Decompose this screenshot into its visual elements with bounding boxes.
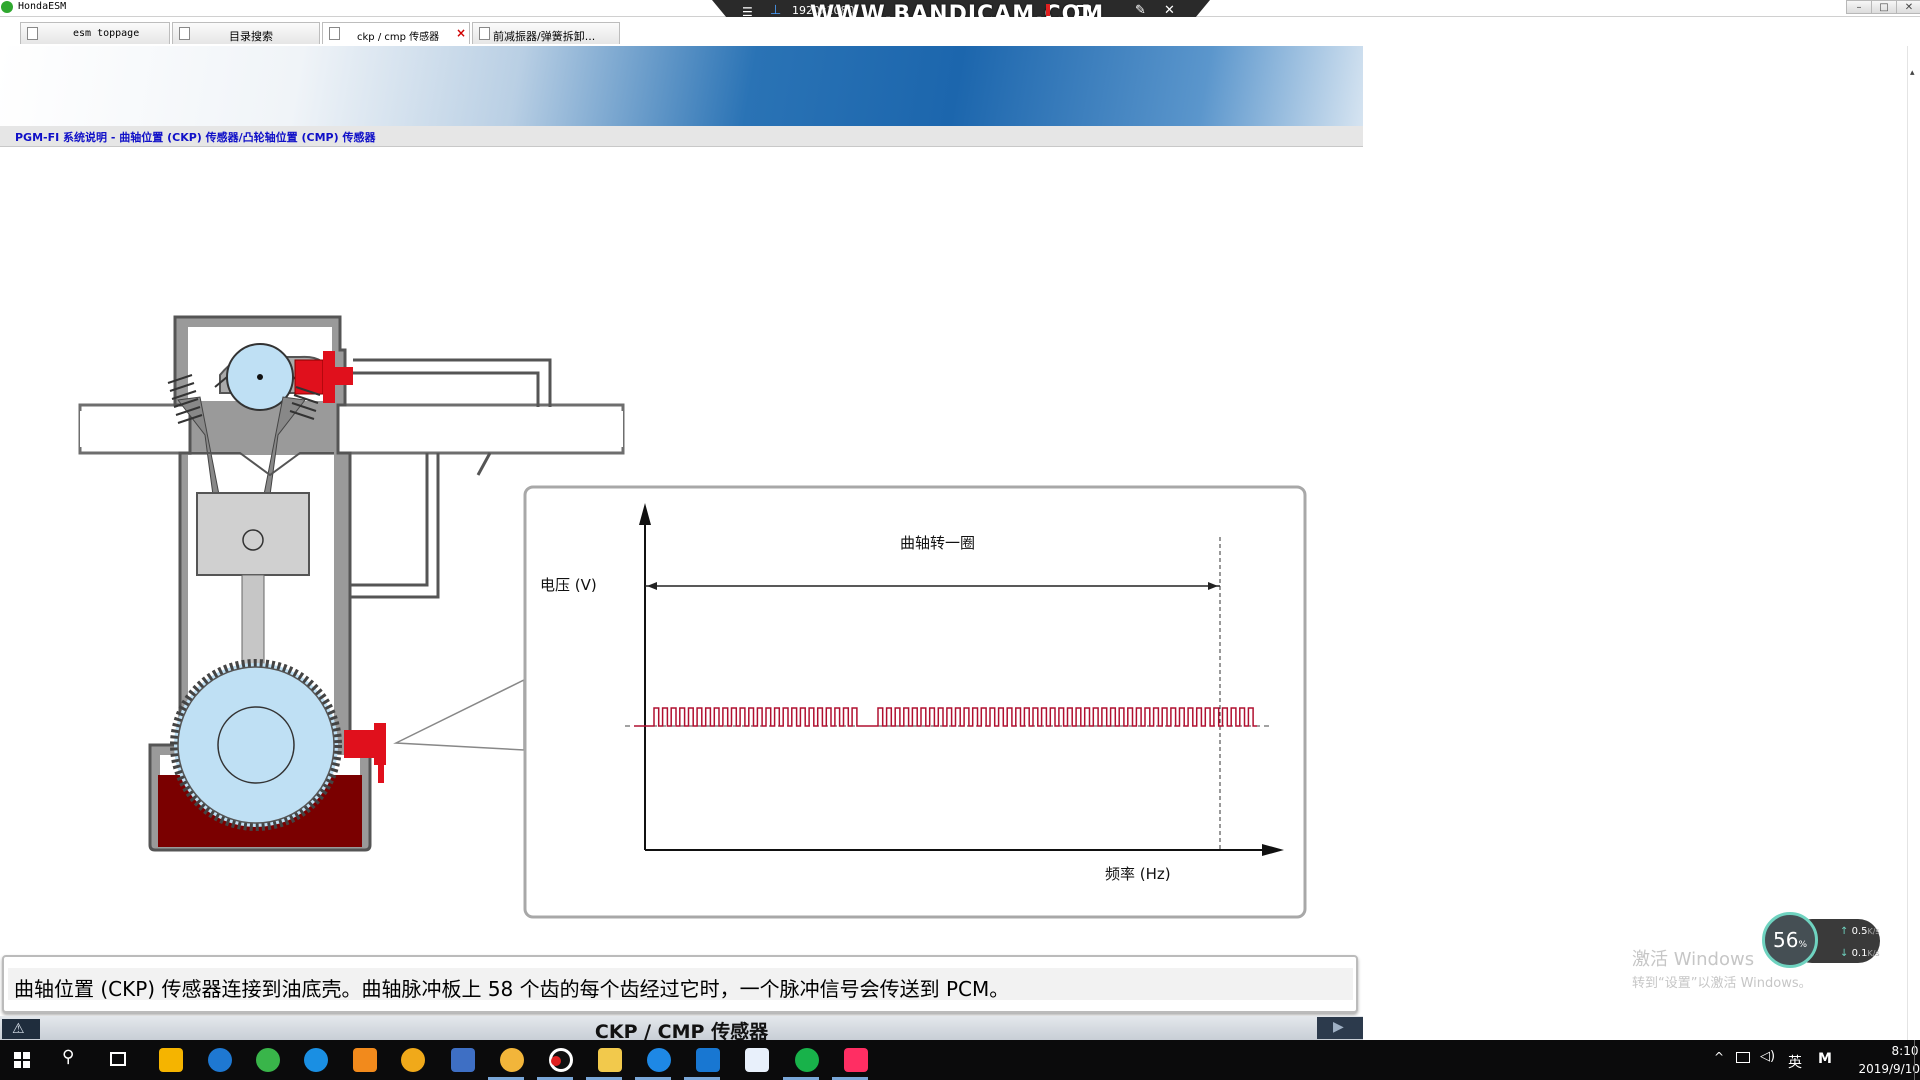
download-speed: ↓ 0.1K/s xyxy=(1840,948,1880,959)
warning-button[interactable]: ⚠ xyxy=(2,1019,40,1039)
photo-app-icon[interactable] xyxy=(353,1048,377,1072)
network-app-icon[interactable] xyxy=(745,1048,769,1072)
honda-esm-icon[interactable] xyxy=(795,1048,819,1072)
caption-text: 曲轴位置 (CKP) 传感器连接到油底壳。曲轴脉冲板上 58 个齿的每个齿经过它… xyxy=(14,977,1010,1001)
record-dot-icon xyxy=(551,1056,561,1066)
volume-icon[interactable]: ◁) xyxy=(1760,1049,1775,1064)
revolution-label: 曲轴转一圈 xyxy=(900,534,975,552)
internet-explorer-icon[interactable] xyxy=(647,1048,671,1072)
arrow-right-icon: ▶ xyxy=(1333,1019,1344,1035)
tab-directory-search[interactable]: 目录搜索 xyxy=(172,22,320,44)
u-app-icon[interactable] xyxy=(696,1048,720,1072)
tab-front-shock-absorber[interactable]: 前减振器/弹簧拆卸... xyxy=(472,22,620,44)
activation-watermark-title: 激活 Windows xyxy=(1632,949,1755,970)
clock-date[interactable]: 2019/9/10 xyxy=(1840,1062,1920,1076)
minimize-button[interactable]: – xyxy=(1846,0,1872,14)
waveform-chart: 电压 (V) 曲轴转一圈 频率 (Hz) xyxy=(523,485,1307,919)
activation-watermark-hint: 转到“设置”以激活 Windows。 xyxy=(1632,976,1812,991)
tab-esm-toppage[interactable]: esm toppage xyxy=(20,22,170,44)
x-axis-label: 频率 (Hz) xyxy=(1105,865,1171,883)
file-explorer-icon[interactable] xyxy=(598,1048,622,1072)
close-window-button[interactable]: ✕ xyxy=(1896,0,1920,14)
crank-pulse-plate xyxy=(170,659,342,831)
scroll-up-icon[interactable]: ▴ xyxy=(1910,68,1915,78)
mail-app-icon[interactable] xyxy=(451,1048,475,1072)
y-axis-label: 电压 (V) xyxy=(540,576,597,594)
recorder-close-icon[interactable]: ✕ xyxy=(1164,3,1175,18)
search-icon[interactable]: ⚲ xyxy=(62,1047,74,1067)
header-banner xyxy=(0,46,1363,126)
document-icon xyxy=(27,27,38,40)
taskbar xyxy=(0,1040,1920,1080)
media-app-icon[interactable] xyxy=(401,1048,425,1072)
tray-m-indicator[interactable]: M xyxy=(1818,1051,1832,1067)
sensor-wiring xyxy=(350,358,552,599)
document-icon xyxy=(329,27,340,40)
engine-diagram: 电压 (V) 曲轴转一圈 频率 (Hz) xyxy=(78,315,1307,919)
show-desktop-button[interactable] xyxy=(1914,1040,1920,1080)
vertical-scrollbar[interactable]: ▴ xyxy=(1907,46,1920,1040)
next-page-button[interactable]: ▶ xyxy=(1317,1017,1363,1039)
chrome-icon[interactable] xyxy=(256,1048,280,1072)
pin-icon[interactable]: ⊥ xyxy=(770,3,781,18)
warning-icon: ⚠ xyxy=(12,1021,25,1037)
pencil-icon[interactable]: ✎ xyxy=(1135,3,1146,18)
download-arrow-icon: ↓ xyxy=(1840,948,1852,959)
clock-time[interactable]: 8:10 xyxy=(1872,1044,1920,1058)
upload-speed: ↑ 0.5K/s xyxy=(1840,926,1880,937)
callout-pointer xyxy=(393,678,525,751)
maximize-button[interactable]: □ xyxy=(1871,0,1897,14)
memory-usage-percent: 56% xyxy=(1772,928,1807,952)
engine-ports xyxy=(78,403,625,455)
upload-arrow-icon: ↑ xyxy=(1840,926,1852,937)
tray-chevron-icon[interactable]: ^ xyxy=(1714,1050,1724,1064)
input-method-indicator[interactable]: 英 xyxy=(1788,1052,1802,1072)
document-icon xyxy=(179,27,190,40)
store-icon[interactable] xyxy=(159,1048,183,1072)
app-icon xyxy=(1,1,13,13)
tab-close-icon[interactable]: × xyxy=(456,26,466,40)
tab-ckp-cmp-sensor[interactable]: ckp / cmp 传感器 × xyxy=(322,22,470,44)
edge-browser-icon[interactable] xyxy=(208,1048,232,1072)
video-player-icon[interactable] xyxy=(844,1048,868,1072)
pause-icon[interactable] xyxy=(1046,4,1050,16)
video-app-icon[interactable] xyxy=(500,1048,524,1072)
breadcrumb[interactable]: PGM-FI 系统说明 - 曲轴位置 (CKP) 传感器/凸轮轴位置 (CMP)… xyxy=(15,129,375,145)
network-icon[interactable] xyxy=(1736,1052,1750,1063)
task-view-icon[interactable] xyxy=(110,1052,126,1066)
kugou-icon[interactable] xyxy=(304,1048,328,1072)
document-icon xyxy=(479,27,490,40)
window-title: HondaESM xyxy=(18,1,67,12)
windows-start-icon[interactable] xyxy=(14,1052,30,1068)
